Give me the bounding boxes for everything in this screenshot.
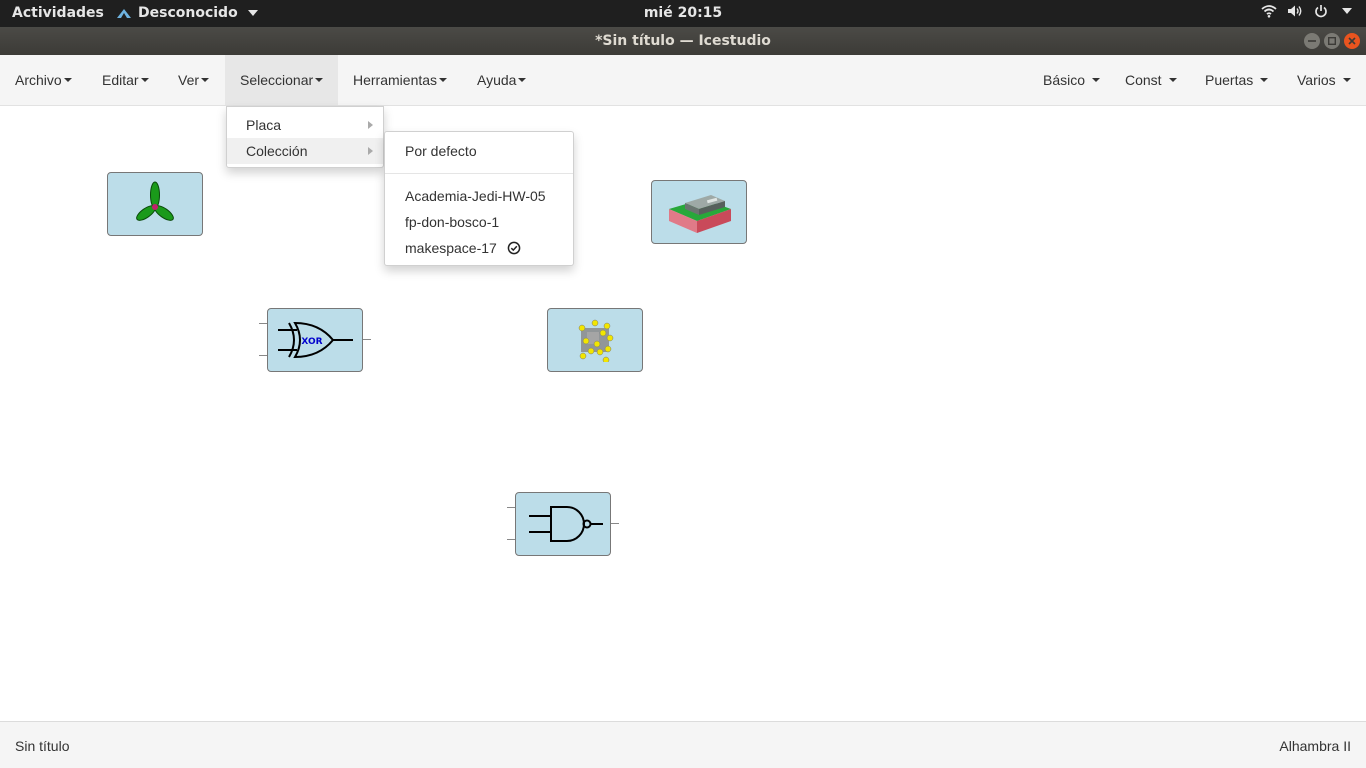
collection-submenu: Por defecto Academia-Jedi-HW-05 fp-don-b… [384, 131, 574, 266]
menu-editar[interactable]: Editar [87, 55, 164, 105]
chip-board-icon [669, 195, 731, 233]
menu-label: Archivo [15, 72, 62, 88]
menu-label: Varios [1297, 72, 1336, 88]
caret-down-icon [1260, 78, 1269, 82]
caret-down-icon [1342, 78, 1351, 82]
xor-gate-icon: XOR [278, 321, 353, 359]
menu-puertas[interactable]: Puertas [1190, 55, 1283, 105]
menu-bar: Archivo Editar Ver Seleccionar Herramien… [0, 55, 1366, 106]
input-port[interactable] [259, 355, 267, 356]
minimize-icon [1308, 40, 1316, 42]
output-port[interactable] [611, 523, 619, 524]
caret-down-icon [201, 78, 210, 82]
menu-const[interactable]: Const [1110, 55, 1192, 105]
wifi-icon [1261, 5, 1277, 18]
caret-down-icon [315, 78, 324, 82]
menu-item-label: Placa [246, 117, 282, 133]
clock[interactable]: mié 20:15 [0, 5, 1366, 21]
maximize-icon [1328, 37, 1336, 45]
collection-item[interactable]: fp-don-bosco-1 [385, 209, 573, 235]
collection-item-selected[interactable]: makespace-17 [385, 235, 573, 261]
molecule-block[interactable] [547, 308, 643, 372]
molecule-icon [578, 319, 614, 362]
input-port[interactable] [507, 539, 515, 540]
menu-item-label: Colección [246, 143, 308, 159]
menu-archivo[interactable]: Archivo [0, 55, 87, 105]
menu-label: Const [1125, 72, 1162, 88]
file-name: Sin título [15, 738, 70, 754]
menu-label: Seleccionar [240, 72, 314, 88]
system-tray[interactable] [1261, 4, 1352, 18]
maximize-button[interactable] [1324, 33, 1340, 49]
menu-item-coleccion[interactable]: Colección [227, 138, 383, 164]
menu-basico[interactable]: Básico [1028, 55, 1115, 105]
volume-icon [1288, 5, 1302, 17]
output-port[interactable] [363, 339, 371, 340]
close-button[interactable] [1344, 33, 1360, 49]
menu-label: Básico [1043, 72, 1086, 88]
nand-gate-icon [529, 506, 603, 542]
menu-label: Ayuda [477, 72, 517, 88]
input-port[interactable] [259, 323, 267, 324]
minimize-button[interactable] [1304, 33, 1320, 49]
xor-label: XOR [301, 337, 322, 347]
select-menu-dropdown: Placa Colección [226, 106, 384, 168]
system-top-bar: Actividades Desconocido mié 20:15 [0, 0, 1366, 27]
menu-herramientas[interactable]: Herramientas [338, 55, 462, 105]
caret-down-icon [1092, 78, 1101, 82]
menu-varios[interactable]: Varios [1282, 55, 1366, 105]
caret-down-icon [1168, 78, 1177, 82]
menu-label: Editar [102, 72, 139, 88]
close-icon [1348, 37, 1356, 45]
xor-gate-block[interactable]: XOR [267, 308, 363, 372]
menu-label: Puertas [1205, 72, 1254, 88]
board-name[interactable]: Alhambra II [1279, 738, 1351, 754]
window-titlebar[interactable]: *Sin título — Icestudio [0, 27, 1366, 55]
submenu-arrow-icon [368, 121, 373, 129]
menu-item-label: Academia-Jedi-HW-05 [405, 188, 546, 204]
window-title: *Sin título — Icestudio [595, 33, 771, 49]
menu-item-label: Por defecto [405, 143, 477, 159]
menu-label: Herramientas [353, 72, 438, 88]
caret-down-icon [63, 78, 72, 82]
caret-down-icon [518, 78, 527, 82]
menu-item-label: fp-don-bosco-1 [405, 214, 500, 230]
menu-item-placa[interactable]: Placa [227, 112, 383, 138]
menu-divider [385, 173, 573, 174]
caret-down-icon [140, 78, 149, 82]
submenu-arrow-icon [368, 147, 373, 155]
check-circle-icon [507, 241, 521, 255]
fan-block[interactable] [107, 172, 203, 236]
menu-label: Ver [178, 72, 200, 88]
propeller-icon [136, 181, 174, 221]
menu-ayuda[interactable]: Ayuda [462, 55, 541, 105]
menu-seleccionar[interactable]: Seleccionar [225, 55, 338, 105]
collection-item-default[interactable]: Por defecto [385, 138, 573, 164]
menu-ver[interactable]: Ver [163, 55, 224, 105]
menu-item-label: makespace-17 [405, 240, 497, 256]
board-block[interactable] [651, 180, 747, 244]
collection-item[interactable]: Academia-Jedi-HW-05 [385, 183, 573, 209]
status-bar: Sin título Alhambra II [0, 721, 1366, 768]
nand-gate-block[interactable] [515, 492, 611, 556]
caret-down-icon [439, 78, 448, 82]
chevron-down-icon [1342, 8, 1352, 14]
power-icon [1315, 5, 1327, 18]
input-port[interactable] [507, 507, 515, 508]
